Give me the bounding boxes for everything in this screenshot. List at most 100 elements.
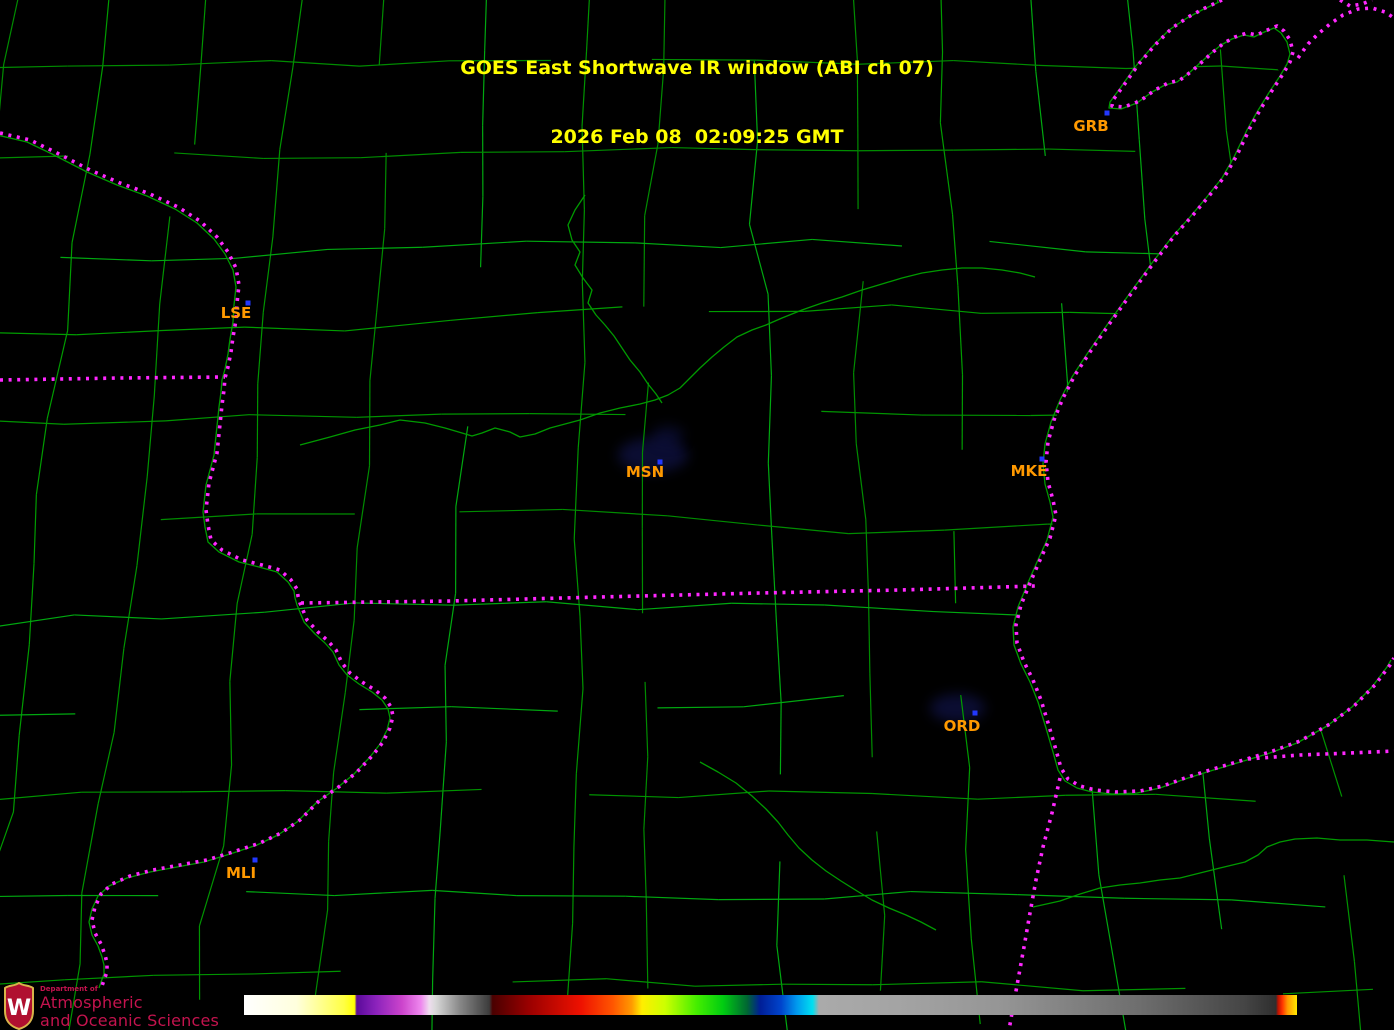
title-line-1: GOES East Shortwave IR window (ABI ch 07… <box>0 57 1394 80</box>
county-line <box>849 530 945 534</box>
county-line <box>1242 526 1342 527</box>
county-line <box>582 282 585 363</box>
station-mke: MKE <box>1011 457 1048 481</box>
county-line <box>1373 380 1390 456</box>
county-line <box>147 396 154 477</box>
county-line <box>1154 294 1166 384</box>
county-line <box>825 605 934 612</box>
county-line <box>0 615 74 630</box>
county-line <box>355 603 454 605</box>
county-line <box>357 466 369 548</box>
county-line <box>451 707 558 711</box>
county-line <box>678 791 769 798</box>
county-line <box>82 804 98 893</box>
station-mli: MLI <box>226 858 258 883</box>
county-line <box>1305 432 1394 434</box>
county-line <box>642 383 648 453</box>
county-line <box>892 305 981 313</box>
county-line <box>1267 317 1369 319</box>
county-line <box>1062 303 1068 383</box>
county-line <box>181 791 285 792</box>
county-line <box>60 257 151 260</box>
county-line <box>625 896 718 899</box>
county-line <box>529 414 625 415</box>
county-line <box>1120 606 1224 618</box>
county-line <box>657 707 743 708</box>
county-line <box>1161 315 1267 317</box>
county-line <box>481 197 483 268</box>
county-line <box>161 612 264 619</box>
county-line <box>870 674 872 758</box>
county-line <box>249 415 357 418</box>
county-line <box>777 861 780 945</box>
county-line <box>1354 961 1362 1030</box>
county-line <box>563 509 668 515</box>
county-line <box>224 765 232 846</box>
county-line <box>435 829 440 898</box>
county-line <box>574 448 578 539</box>
county-line <box>36 418 47 495</box>
station-msn: MSN <box>626 460 664 482</box>
county-line <box>990 241 1086 251</box>
county-line <box>0 812 13 891</box>
satellite-map-page: { "title": { "line1": "GOES East Shortwa… <box>0 0 1394 1030</box>
county-line <box>580 616 583 688</box>
station-dot-ord <box>973 711 978 716</box>
county-line <box>263 237 273 312</box>
county-line <box>328 842 329 910</box>
county-line <box>1283 989 1373 993</box>
county-line <box>582 210 584 282</box>
station-dot-mli <box>253 858 258 863</box>
north-shore-bit <box>1340 0 1372 6</box>
county-line <box>644 216 645 307</box>
county-line <box>777 624 782 702</box>
county-line <box>757 525 848 534</box>
county-line <box>749 224 768 294</box>
station-label-mke: MKE <box>1011 462 1048 480</box>
county-line <box>29 564 34 645</box>
county-line <box>953 214 958 286</box>
county-line <box>695 984 784 986</box>
county-line <box>154 304 159 396</box>
station-dot-mke <box>1040 457 1045 462</box>
county-line <box>137 477 147 566</box>
county-line <box>230 603 237 681</box>
il-in-border <box>1009 778 1060 1030</box>
county-line <box>718 899 824 900</box>
station-label-mli: MLI <box>226 864 256 882</box>
county-line <box>821 411 922 415</box>
county-line <box>1189 679 1201 752</box>
county-line <box>645 682 648 757</box>
county-line <box>1077 622 1086 706</box>
county-line <box>456 426 468 506</box>
county-line <box>978 795 1066 799</box>
county-line <box>1231 900 1325 907</box>
county-line <box>1173 453 1178 531</box>
county-line <box>1280 545 1310 636</box>
county-line <box>370 312 377 381</box>
county-line <box>74 615 161 619</box>
county-line <box>1145 219 1154 294</box>
county-line <box>154 974 254 975</box>
county-line <box>1239 217 1261 305</box>
county-line <box>731 603 824 605</box>
county-line <box>958 286 963 375</box>
county-line <box>459 509 562 511</box>
county-line <box>966 768 970 850</box>
county-line <box>64 421 166 424</box>
county-line <box>873 982 982 985</box>
county-line <box>334 693 346 773</box>
southwest-river <box>700 762 936 930</box>
county-line <box>235 249 327 258</box>
wisconsin-river <box>300 268 1035 445</box>
county-line <box>1221 417 1305 432</box>
county-line <box>1262 261 1369 264</box>
county-line <box>1092 792 1099 875</box>
county-line <box>1042 693 1142 696</box>
station-ord: ORD <box>944 711 981 736</box>
county-line <box>166 415 249 421</box>
county-line <box>768 463 771 535</box>
county-line <box>644 757 648 829</box>
county-line <box>1344 875 1354 961</box>
county-line <box>1186 609 1189 679</box>
